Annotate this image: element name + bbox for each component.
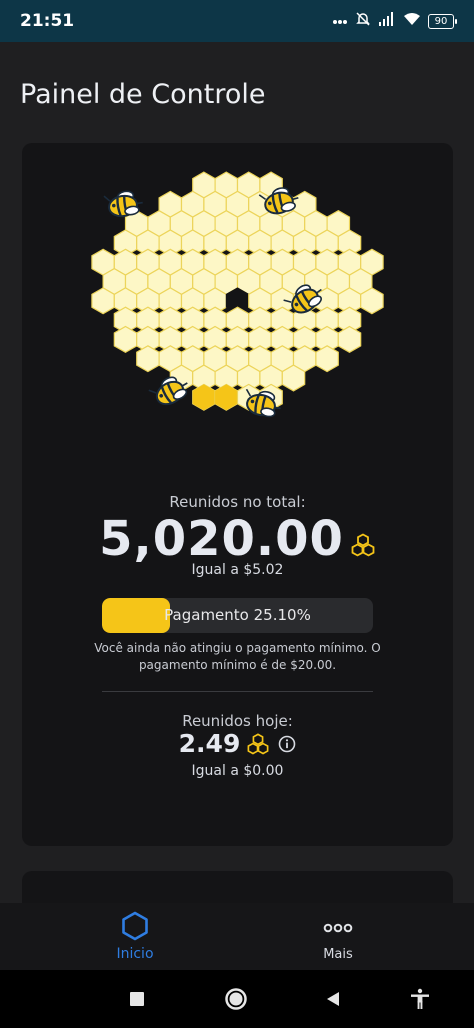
back-button[interactable] [321, 987, 345, 1011]
hexagon-icon [122, 911, 148, 941]
info-icon[interactable] [278, 735, 296, 753]
honeycomb-icon [247, 732, 269, 754]
status-bar: 21:51 90 [0, 0, 474, 42]
status-icons: 90 [332, 11, 457, 31]
comb-cell [136, 345, 160, 373]
nav-more-label: Mais [323, 947, 353, 962]
today-row: 2.49 [22, 729, 453, 758]
wifi-icon [403, 12, 421, 30]
honeycomb-icon [351, 533, 375, 557]
more-icon [323, 923, 353, 933]
today-equal: Igual a $0.00 [191, 763, 284, 779]
comb-cell [315, 345, 339, 373]
nav-home[interactable]: Inicio [75, 903, 195, 970]
nav-home-label: Inicio [116, 946, 154, 962]
today-value: 2.49 [178, 729, 241, 758]
comb-cell [337, 325, 362, 353]
comb-cell [91, 287, 115, 315]
bottom-nav: Inicio Mais [0, 903, 474, 970]
circle-icon [225, 988, 247, 1010]
accessibility-icon [411, 988, 429, 1009]
alarm-off-icon [355, 11, 371, 31]
divider [102, 691, 373, 692]
accessibility-button[interactable] [408, 987, 432, 1011]
recents-button[interactable] [125, 987, 149, 1011]
back-triangle-icon [327, 992, 339, 1006]
nav-more[interactable]: Mais [278, 903, 398, 970]
payment-progress-bar: Pagamento 25.10% [102, 598, 373, 633]
more-dots-icon [332, 14, 348, 29]
minimum-payment-notice: Você ainda não atingiu o pagamento mínim… [94, 641, 381, 672]
system-nav-bar [0, 970, 474, 1028]
today-label: Reunidos hoje: [182, 712, 293, 730]
status-time: 21:51 [20, 11, 75, 31]
home-button[interactable] [224, 987, 248, 1011]
battery-icon: 90 [428, 13, 457, 29]
total-row: 5,020.00 [22, 511, 453, 567]
total-value: 5,020.00 [99, 511, 344, 567]
signal-icon [378, 12, 396, 30]
comb-cell [281, 364, 306, 392]
page-title: Painel de Controle [20, 79, 266, 110]
square-icon [130, 992, 144, 1006]
total-equal: Igual a $5.02 [191, 562, 284, 578]
hive-illustration [91, 171, 384, 418]
payment-progress-label: Pagamento 25.10% [164, 606, 311, 624]
dashboard-card: Reunidos no total: 5,020.00 Igual a $5.0… [22, 143, 453, 846]
comb-cell [360, 287, 384, 315]
comb-cell [113, 325, 138, 353]
total-label: Reunidos no total: [169, 493, 306, 511]
